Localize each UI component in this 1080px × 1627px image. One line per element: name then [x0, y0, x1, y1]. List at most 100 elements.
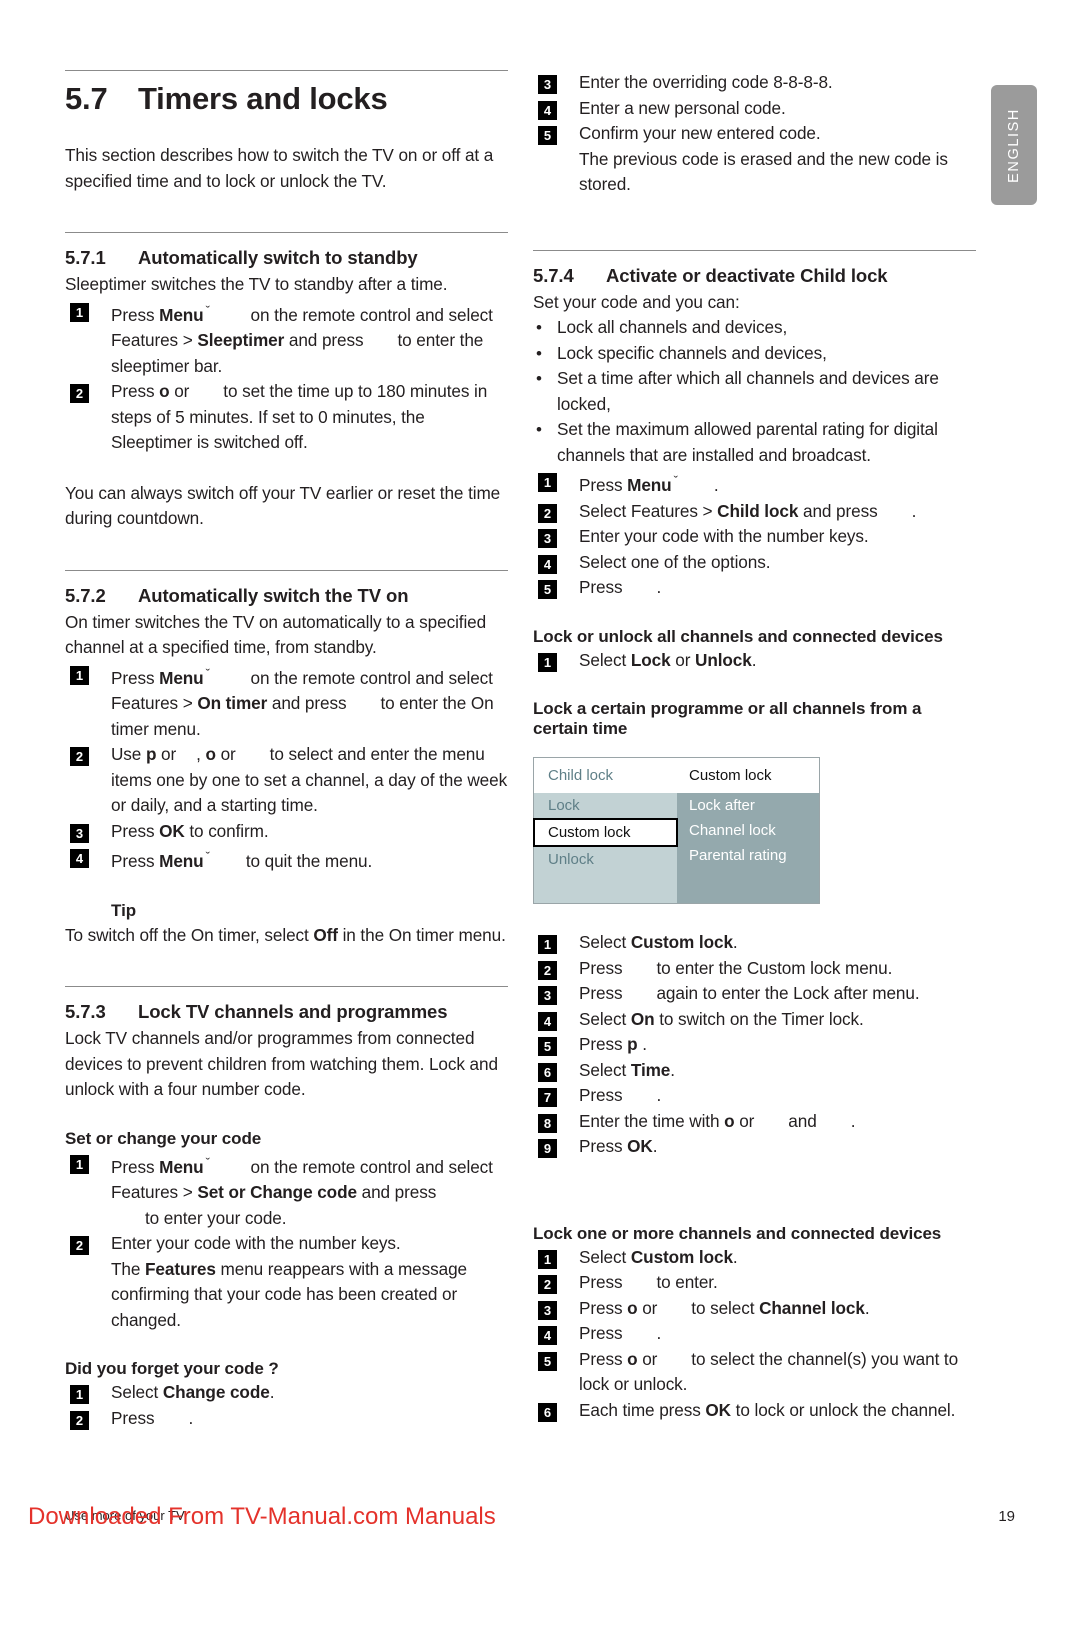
step-text: Press — [579, 475, 628, 495]
step-item: 1 Press Menu ˇ on the remote control and … — [65, 1150, 508, 1232]
watermark: Downloaded From TV-Manual.com Manuals — [28, 1503, 496, 1530]
step-item: 3 Enter the overriding code 8-8-8-8. — [533, 70, 976, 96]
menu-caret-icon: ˇ — [205, 665, 210, 681]
language-tab-label: ENGLISH — [1006, 107, 1022, 183]
step-text: Select — [579, 1059, 631, 1080]
section-number: 5.7.2 — [65, 584, 106, 606]
forgot-code-heading: Did you forget your code ? — [65, 1359, 279, 1378]
step-item: 1 Select Custom lock. — [533, 930, 976, 956]
step-text: Press — [579, 1323, 623, 1343]
step-marker: 6 — [538, 1402, 557, 1422]
step-item: 4 Enter a new personal code. — [533, 96, 976, 122]
unlock-all-heading: Lock or unlock all channels and connecte… — [533, 626, 943, 646]
step-text: Press — [579, 983, 623, 1003]
chapter-number: 5.7 — [65, 81, 108, 116]
step-item: 2 Enter your code with the number keys. … — [65, 1231, 508, 1333]
step-text: to select — [691, 1297, 760, 1318]
step-text: . — [269, 1382, 275, 1402]
step-marker: 1 — [538, 1249, 557, 1269]
steps-unlock-all: 1 Select Lock or Unlock. — [533, 648, 976, 674]
step-marker: 1 — [70, 302, 89, 322]
steps-certain-time: 1 Select Custom lock. 2 Press to enter th… — [533, 930, 976, 1160]
step-text: Use — [111, 744, 146, 764]
step-marker: 3 — [538, 529, 557, 548]
section-title: Lock TV channels and programmes — [138, 1001, 448, 1022]
step-text: Press — [111, 820, 160, 841]
section-571-note: You can always switch off your TV earlie… — [65, 482, 501, 529]
step-text: to lock or unlock the channel. — [731, 1399, 956, 1420]
step-key: p — [627, 1034, 638, 1054]
step-key: Menu — [627, 475, 672, 495]
step-text: Press — [579, 1136, 628, 1156]
tv-menu-item-channel-lock[interactable]: Channel lock — [677, 818, 819, 843]
step-item: 5 Press. — [533, 575, 976, 601]
step-text: Select one of the options. — [579, 551, 771, 572]
step-key: Custom lock — [630, 1246, 733, 1267]
step-text: Press — [579, 1034, 628, 1054]
step-text: Select — [579, 1246, 631, 1267]
list-item: Lock all channels and devices, — [533, 315, 976, 341]
step-text: Press — [579, 1297, 628, 1318]
divider — [65, 986, 508, 987]
tv-menu-item-custom-lock-selected[interactable]: Custom lock — [533, 818, 678, 847]
step-text: . — [188, 1407, 194, 1428]
step-key: Features — [145, 1258, 216, 1279]
step-text: Press — [579, 577, 623, 597]
step-text: . — [637, 1034, 647, 1054]
tv-menu-screenshot: Child lock Custom lock Lock Custom lock … — [533, 757, 820, 904]
step-item: 2 Press to enter the Custom lock menu. — [533, 956, 976, 982]
tv-menu-item-lock[interactable]: Lock — [534, 793, 677, 818]
step-item: 3 Enter your code with the number keys. — [533, 524, 976, 550]
tv-menu-item-unlock[interactable]: Unlock — [534, 847, 677, 872]
section-571-intro: Sleeptimer switches the TV to standby af… — [65, 274, 448, 294]
tip-heading: Tip — [111, 900, 137, 920]
step-marker: 4 — [538, 100, 557, 120]
step-marker: 2 — [70, 1236, 89, 1255]
step-key: Channel lock — [759, 1297, 865, 1318]
step-text: . — [732, 1246, 738, 1267]
step-marker: 5 — [538, 580, 557, 599]
step-text: and press — [267, 693, 347, 713]
step-text: or — [637, 1348, 658, 1369]
step-item: 2 Press o or to set the time up to 180 mi… — [65, 379, 508, 456]
step-text: Enter a new personal code. — [579, 97, 786, 118]
chapter-heading: 5.7 Timers and locks — [65, 81, 508, 117]
step-key: OK — [705, 1399, 731, 1420]
step-text: to quit the menu. — [245, 851, 373, 871]
tv-menu-left-filler — [534, 872, 677, 903]
step-item: 3 Press o or to select Channel lock. — [533, 1296, 976, 1322]
tv-menu-header-right: Custom lock — [689, 767, 772, 784]
menu-caret-icon: ˇ — [205, 1154, 210, 1170]
step-item: 1 Press Menu ˇ on the remote control and … — [65, 298, 508, 380]
step-text: . — [656, 1085, 662, 1105]
tv-menu-left-panel: Lock Custom lock Unlock — [533, 793, 678, 903]
step-text: Press — [111, 381, 160, 401]
steps-lock-one-more: 1 Select Custom lock. 2 Press to enter. 3… — [533, 1245, 976, 1424]
step-continuation: The previous code is erased and the new … — [579, 148, 948, 195]
step-marker: 3 — [538, 75, 557, 94]
step-key: Sleeptimer — [197, 330, 285, 350]
child-lock-capabilities: Lock all channels and devices, Lock spec… — [533, 315, 976, 468]
tv-menu-item-parental-rating[interactable]: Parental rating — [677, 843, 819, 868]
divider — [65, 232, 508, 233]
step-marker: 3 — [538, 1300, 557, 1320]
manual-page: ENGLISH 5.7 Timers and locks This sectio… — [0, 0, 1080, 1627]
step-marker: 2 — [538, 960, 557, 980]
step-key: o — [159, 381, 170, 401]
step-text: Press — [111, 1156, 160, 1177]
step-marker: 5 — [538, 126, 557, 145]
section-number: 5.7.1 — [65, 247, 106, 268]
tv-menu-item-lock-after[interactable]: Lock after — [677, 793, 819, 818]
tv-menu-header: Child lock Custom lock — [534, 758, 819, 793]
step-item: 5 Press p . — [533, 1032, 976, 1058]
step-marker: 1 — [70, 1385, 89, 1404]
steps-forgot-code-continued: 3 Enter the overriding code 8-8-8-8. 4 E… — [533, 70, 976, 198]
lock-one-more-heading: Lock one or more channels and connected … — [533, 1223, 942, 1243]
section-573-intro: Lock TV channels and/or programmes from … — [65, 1028, 498, 1099]
step-marker: 4 — [538, 1011, 557, 1031]
step-key: On — [630, 1008, 655, 1029]
